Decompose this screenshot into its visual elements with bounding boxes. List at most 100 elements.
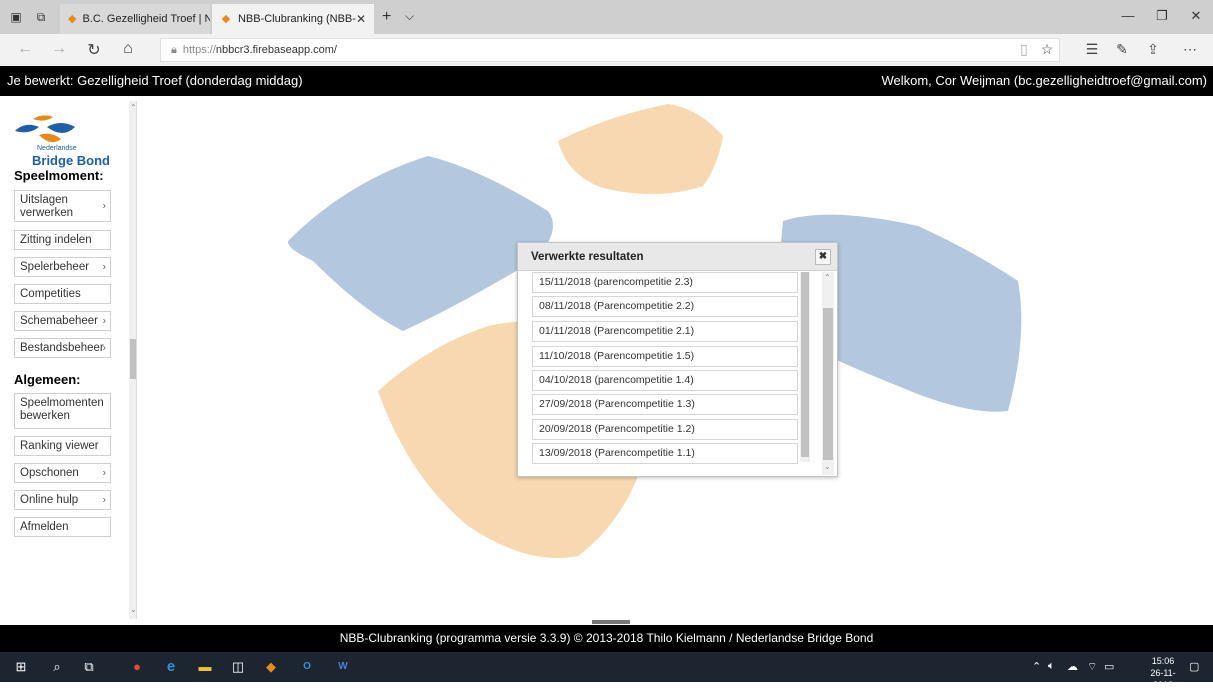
sidebar: Nederlandse Bridge Bond Speelmoment: Uit… — [5, 101, 137, 619]
volume-icon[interactable]: 🔈︎ — [1048, 660, 1055, 673]
menu-uitslagen-verwerken[interactable]: Uitslagen verwerken › — [14, 190, 111, 222]
word-icon[interactable]: W — [334, 659, 352, 675]
result-item[interactable]: 20/09/2018 (Parencompetitie 1.2) — [532, 419, 798, 440]
tab-title: B.C. Gezelligheid Troef | NBB — [82, 13, 210, 25]
clock-date: 26-11-2018 — [1150, 668, 1176, 690]
scroll-thumb[interactable] — [130, 339, 136, 379]
minimize-icon[interactable]: — — [1118, 8, 1138, 23]
share-icon[interactable]: ⇪ — [1143, 41, 1163, 58]
pen-icon[interactable]: ✎ — [1112, 41, 1132, 58]
menu-label: Ranking viewer — [20, 440, 99, 452]
back-arrow-icon[interactable]: ← — [14, 40, 36, 58]
result-item[interactable]: 11/10/2018 (Parencompetitie 1.5) — [532, 346, 798, 367]
tray-chevron-icon[interactable]: ⌃ — [1032, 660, 1041, 673]
taskbar-clock[interactable]: 15:06 26-11-2018 — [1145, 655, 1181, 691]
app-footer: NBB-Clubranking (programma versie 3.3.9)… — [0, 625, 1213, 652]
result-item[interactable]: 01/11/2018 (Parencompetitie 2.1) — [532, 321, 798, 342]
browser-tab-bar: ▣ ⧉ ◆ B.C. Gezelligheid Troef | NBB ◆ NB… — [0, 0, 1213, 34]
outlook-icon[interactable]: O — [298, 659, 316, 675]
task-view-icon[interactable]: ⧉ — [80, 659, 98, 675]
nbb-logo: Nederlandse Bridge Bond — [11, 109, 131, 171]
favorites-list-icon[interactable]: ☰ — [1082, 41, 1102, 58]
chevron-right-icon: › — [102, 467, 106, 479]
window-close-icon[interactable]: ✕ — [1186, 8, 1206, 24]
scroll-up-icon[interactable]: ⌃ — [824, 273, 831, 282]
tab-title: NBB-Clubranking (NBB- — [237, 13, 356, 25]
result-item[interactable]: 08/11/2018 (Parencompetitie 2.2) — [532, 296, 798, 317]
menu-afmelden[interactable]: Afmelden — [14, 517, 111, 537]
maximize-icon[interactable]: ❐ — [1152, 8, 1172, 24]
results-outer-scrollbar[interactable]: ⌃ ⌄ — [822, 272, 834, 475]
result-item[interactable]: 15/11/2018 (parencompetitie 2.3) — [532, 272, 798, 293]
tab-close-icon[interactable]: ✕ — [356, 12, 366, 26]
menu-opschonen[interactable]: Opschonen › — [14, 463, 111, 483]
tab-preview-icon[interactable]: ⧉ — [33, 9, 49, 25]
scroll-thumb[interactable] — [801, 272, 809, 457]
windows-taskbar: ⊞ ⌕ ⧉ ● e ▬ ◫ ◆ O W ⌃ 🔈︎ ☁ ⌔ ▭ 15:06 26-… — [0, 652, 1213, 690]
logo-text-nederlandse: Nederlandse — [37, 145, 77, 152]
logo-text-bridge-bond: Bridge Bond — [32, 153, 110, 168]
scroll-down-icon[interactable]: ⌄ — [130, 605, 136, 614]
result-item[interactable]: 13/09/2018 (Parencompetitie 1.1) — [532, 443, 798, 464]
menu-online-hulp[interactable]: Online hulp › — [14, 490, 111, 510]
menu-label: Opschonen — [20, 467, 79, 479]
new-tab-icon[interactable]: + — [382, 8, 391, 26]
clock-time: 15:06 — [1151, 656, 1175, 666]
menu-label: Online hulp — [20, 494, 79, 506]
results-list: 15/11/2018 (parencompetitie 2.3) 08/11/2… — [532, 272, 814, 473]
scroll-thumb[interactable] — [823, 308, 833, 460]
edge-icon[interactable]: e — [162, 659, 180, 675]
more-icon[interactable]: ⋯ — [1180, 41, 1200, 58]
action-center-icon[interactable]: ▢ — [1189, 660, 1199, 673]
chevron-right-icon: › — [102, 342, 106, 354]
sidebar-vertical-scrollbar[interactable]: ⌃ ⌄ — [129, 101, 136, 619]
result-item[interactable]: 27/09/2018 (Parencompetitie 1.3) — [532, 394, 798, 415]
welcome-user-label: Welkom, Cor Weijman (bc.gezelligheidtroe… — [881, 73, 1207, 88]
editing-club-label: Je bewerkt: Gezelligheid Troef (donderda… — [7, 73, 303, 88]
nbb-app-icon[interactable]: ◆ — [262, 659, 280, 675]
favorite-star-icon[interactable]: ☆ — [1037, 41, 1057, 58]
menu-spelerbeheer[interactable]: Spelerbeheer › — [14, 257, 111, 277]
bottom-split-handle[interactable] — [592, 620, 630, 624]
nbb-favicon-icon: ◆ — [68, 13, 77, 25]
menu-speelmomenten-bewerken[interactable]: Speelmomenten bewerken — [14, 393, 111, 429]
browser-tab-clubranking[interactable]: ◆ NBB-Clubranking (NBB- ✕ — [212, 4, 374, 34]
onedrive-icon[interactable]: ☁ — [1067, 660, 1078, 673]
chevron-right-icon: › — [102, 494, 106, 506]
file-explorer-icon[interactable]: ▬ — [196, 659, 214, 675]
forward-arrow-icon[interactable]: → — [48, 40, 70, 58]
chevron-right-icon: › — [102, 315, 106, 327]
refresh-icon[interactable]: ↻ — [83, 40, 105, 60]
menu-label: Speelmomenten bewerken — [20, 397, 104, 422]
search-icon[interactable]: ⌕ — [48, 659, 66, 675]
menu-label: Competities — [20, 288, 81, 300]
wifi-icon[interactable]: ⌔ — [1087, 660, 1097, 674]
menu-bestandsbeheer[interactable]: Bestandsbeheer › — [14, 338, 111, 358]
windows-start-icon[interactable]: ⊞ — [12, 659, 30, 675]
reading-view-icon[interactable]: ▯ — [1014, 41, 1034, 58]
menu-competities[interactable]: Competities — [14, 284, 111, 304]
battery-icon[interactable]: ▭ — [1104, 660, 1114, 673]
address-bar: ← → ↻ ⌂ 🔒︎ https://nbbcr3.firebaseapp.com… — [0, 34, 1213, 66]
browser-tab-gezelligheid[interactable]: ◆ B.C. Gezelligheid Troef | NBB — [60, 4, 210, 34]
window-menu-icon[interactable]: ▣ — [8, 9, 24, 25]
dialog-title: Verwerkte resultaten — [531, 251, 644, 263]
scroll-up-icon[interactable]: ⌃ — [130, 103, 136, 112]
result-item[interactable]: 04/10/2018 (parencompetitie 1.4) — [532, 370, 798, 391]
menu-zitting-indelen[interactable]: Zitting indelen — [14, 230, 111, 250]
results-inner-scrollbar[interactable] — [800, 272, 810, 462]
menu-label: Afmelden — [20, 521, 69, 533]
store-icon[interactable]: ◫ — [229, 659, 247, 675]
scroll-down-icon[interactable]: ⌄ — [824, 462, 831, 471]
chrome-icon[interactable]: ● — [128, 659, 146, 675]
url-input[interactable]: 🔒︎ https://nbbcr3.firebaseapp.com/ — [160, 38, 1060, 62]
dialog-close-icon[interactable]: ✖ — [815, 249, 831, 265]
dialog-title-bar: Verwerkte resultaten ✖ — [518, 243, 837, 271]
verwerkte-resultaten-dialog: Verwerkte resultaten ✖ 15/11/2018 (paren… — [517, 242, 838, 477]
menu-ranking-viewer[interactable]: Ranking viewer — [14, 436, 111, 456]
tab-list-chevron-icon[interactable]: ⌵ — [405, 9, 414, 24]
nbb-favicon-icon: ◆ — [221, 13, 231, 25]
menu-schemabeheer[interactable]: Schemabeheer › — [14, 311, 111, 331]
home-icon[interactable]: ⌂ — [117, 40, 139, 58]
url-protocol: https:// — [182, 44, 216, 56]
